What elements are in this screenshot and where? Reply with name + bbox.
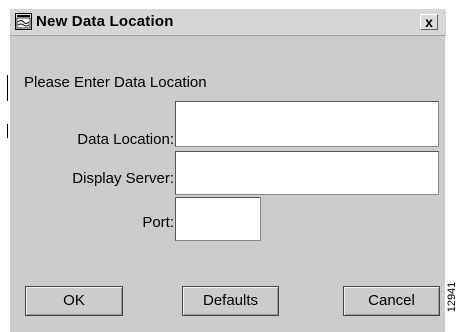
left-edge-mark [7,124,8,138]
new-data-location-dialog: New Data Location x Please Enter Data Lo… [9,8,446,332]
data-location-label: Data Location: [77,131,174,148]
window-title: New Data Location [36,13,174,30]
left-edge-mark [7,75,8,101]
display-server-label: Display Server: [72,170,174,187]
ok-button[interactable]: OK [25,286,123,316]
port-input[interactable] [175,197,261,241]
display-server-input[interactable] [175,151,439,195]
title-bar[interactable]: New Data Location x [10,9,446,36]
defaults-button[interactable]: Defaults [182,286,279,316]
port-label: Port: [142,214,174,231]
app-window-icon [15,13,32,30]
close-button[interactable]: x [420,14,438,30]
figure-number: 12941 [446,276,457,322]
prompt-text: Please Enter Data Location [24,74,207,91]
cancel-button[interactable]: Cancel [343,286,440,316]
figure-number-text: 12941 [446,281,457,313]
data-location-input[interactable] [175,101,439,147]
